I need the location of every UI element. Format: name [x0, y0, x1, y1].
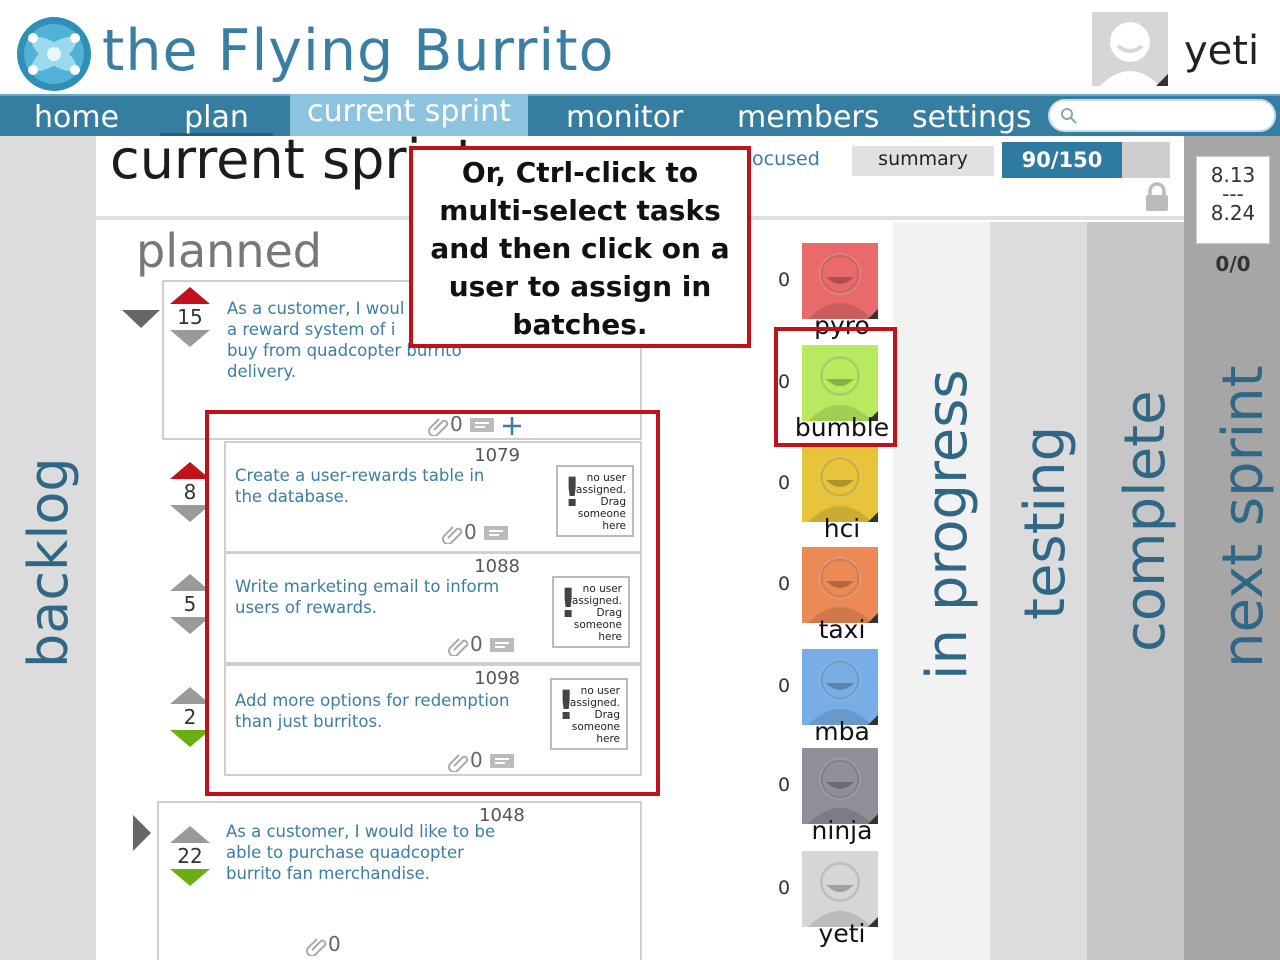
vote-up-icon[interactable]	[170, 462, 210, 479]
vote-up-icon[interactable]	[170, 287, 210, 304]
member-name: hci	[823, 514, 861, 543]
nav-home[interactable]: home	[34, 98, 119, 136]
focused-tab[interactable]: ocused	[752, 146, 852, 176]
date-separator: ---	[1222, 182, 1244, 206]
logo-icon	[17, 17, 91, 91]
person-icon	[808, 659, 872, 725]
testing-label: testing	[1013, 425, 1078, 620]
complete-label: complete	[1113, 390, 1178, 652]
nav-members[interactable]: members	[737, 98, 879, 136]
help-tooltip: Or, Ctrl-click to multi-select tasks and…	[409, 146, 751, 348]
member-avatar[interactable]	[802, 649, 878, 725]
search-input[interactable]	[1048, 99, 1276, 132]
member-task-count: 0	[778, 269, 791, 291]
person-icon	[1100, 22, 1168, 86]
member-avatar[interactable]	[802, 748, 878, 824]
app-title: the Flying Burrito	[102, 18, 615, 84]
vote-count: 2	[183, 705, 197, 729]
expand-toggle-icon[interactable]	[133, 815, 151, 851]
vote-widget: 8	[170, 462, 210, 522]
vote-up-icon[interactable]	[170, 687, 210, 704]
user-name[interactable]: yeti	[1184, 28, 1259, 74]
vote-count: 8	[183, 480, 197, 504]
user-avatar[interactable]	[1092, 12, 1168, 86]
member-yeti[interactable]: 0 yeti	[776, 851, 896, 951]
paperclip-icon[interactable]	[306, 936, 328, 956]
search-icon	[1061, 108, 1077, 124]
member-name: mba	[814, 717, 870, 746]
story-text: As a customer, I would like to be able t…	[226, 822, 496, 883]
member-avatar[interactable]	[802, 547, 878, 623]
member-avatar[interactable]	[802, 851, 878, 927]
vote-widget: 22	[170, 826, 210, 886]
person-icon	[808, 253, 872, 319]
vote-up-icon[interactable]	[170, 574, 210, 591]
member-ninja[interactable]: 0 ninja	[776, 748, 896, 848]
multi-select-highlight	[205, 410, 660, 796]
sprint-dates[interactable]: 8.13 --- 8.24	[1196, 156, 1270, 244]
vote-count: 5	[183, 592, 197, 616]
member-avatar[interactable]	[802, 243, 878, 319]
person-icon	[808, 861, 872, 927]
member-hci[interactable]: 0 hci	[776, 446, 896, 546]
member-avatar[interactable]	[802, 446, 878, 522]
points-bar-remaining	[1122, 142, 1170, 178]
nav-monitor[interactable]: monitor	[566, 98, 683, 136]
vote-widget: 15	[170, 287, 210, 347]
vote-down-icon[interactable]	[170, 505, 210, 522]
points-badge: 90/150	[1002, 142, 1122, 178]
member-task-count: 0	[778, 675, 791, 697]
member-task-count: 0	[778, 472, 791, 494]
vote-count: 15	[177, 305, 203, 329]
person-icon	[808, 557, 872, 623]
planned-heading: planned	[136, 224, 322, 278]
in-progress-label: in progress	[915, 369, 980, 680]
vote-down-icon[interactable]	[170, 617, 210, 634]
member-task-count: 0	[778, 774, 791, 796]
sprint-end-date: 8.24	[1210, 201, 1256, 225]
vote-down-icon[interactable]	[170, 330, 210, 347]
member-highlight	[774, 327, 897, 447]
lock-icon[interactable]	[1144, 182, 1170, 212]
vote-widget: 5	[170, 574, 210, 634]
story-card[interactable]: 1048 As a customer, I would like to be a…	[157, 801, 642, 960]
vote-down-icon[interactable]	[170, 730, 210, 747]
person-icon	[808, 456, 872, 522]
vote-down-icon[interactable]	[170, 869, 210, 886]
next-sprint-label: next sprint	[1211, 365, 1276, 668]
member-name: taxi	[818, 615, 866, 644]
member-task-count: 0	[778, 877, 791, 899]
person-icon	[808, 758, 872, 824]
member-name: yeti	[818, 919, 866, 948]
story-meta: 0	[306, 932, 341, 956]
next-sprint-count: 0/0	[1215, 252, 1251, 276]
vote-up-icon[interactable]	[170, 826, 210, 843]
nav-settings[interactable]: settings	[912, 98, 1032, 136]
member-mba[interactable]: 0 mba	[776, 649, 896, 749]
vote-widget: 2	[170, 687, 210, 747]
backlog-label: backlog	[17, 457, 80, 668]
member-task-count: 0	[778, 573, 791, 595]
vote-count: 22	[177, 844, 203, 868]
summary-tab[interactable]: summary	[852, 146, 994, 176]
member-name: ninja	[811, 816, 873, 845]
collapse-toggle-icon[interactable]	[122, 310, 160, 328]
attachment-count: 0	[328, 932, 341, 956]
member-taxi[interactable]: 0 taxi	[776, 547, 896, 647]
